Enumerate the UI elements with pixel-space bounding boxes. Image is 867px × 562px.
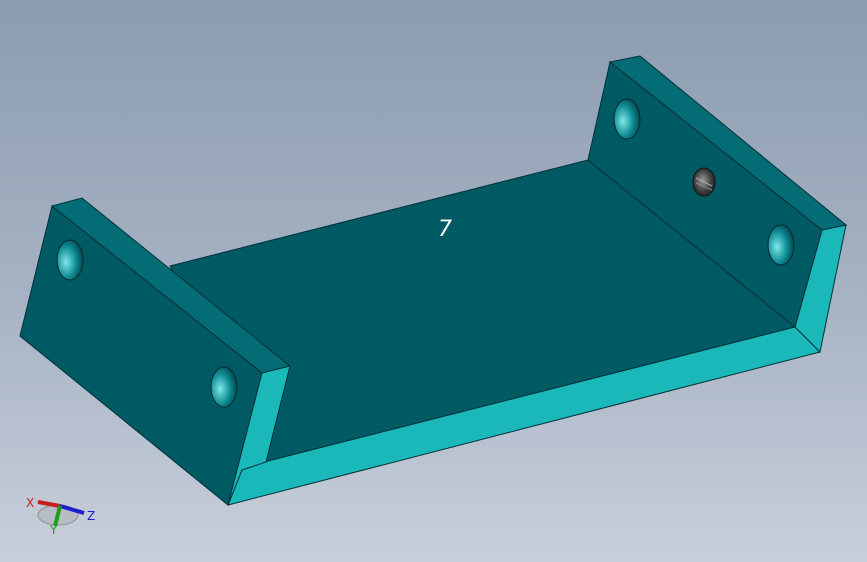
triad-x-label: X: [26, 496, 34, 510]
triad-z-label: Z: [87, 509, 95, 523]
hole-left-lower[interactable]: [210, 366, 238, 408]
hole-left-upper[interactable]: [56, 239, 84, 281]
model-canvas[interactable]: 7 X Z Y: [0, 0, 867, 562]
triad-y-label: Y: [49, 523, 58, 537]
graphics-viewport[interactable]: 7 X Z Y: [0, 0, 867, 562]
coordinate-triad: X Z Y: [26, 496, 95, 537]
annotation-label: 7: [438, 217, 452, 242]
triad-x-axis: [37, 500, 61, 508]
hole-right-upper[interactable]: [613, 98, 641, 140]
hole-right-lower[interactable]: [767, 224, 795, 266]
